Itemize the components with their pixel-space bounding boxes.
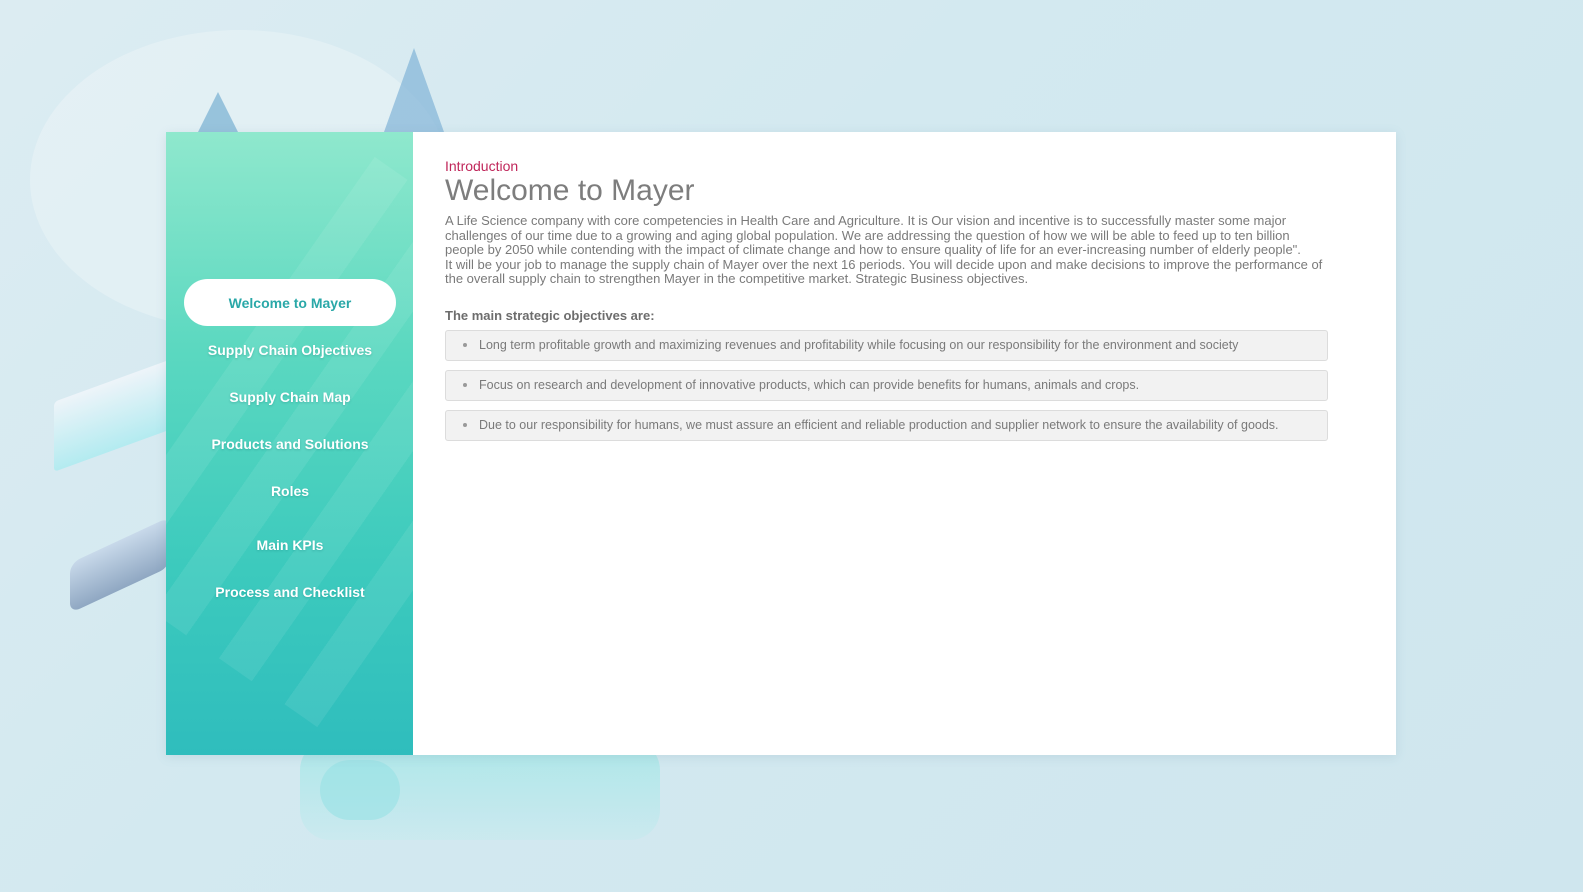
sidebar-item-main-kpis[interactable]: Main KPIs	[184, 521, 396, 568]
intro-paragraph-2: It will be your job to manage the supply…	[445, 256, 1323, 286]
sidebar-item-products-and-solutions[interactable]: Products and Solutions	[184, 420, 396, 467]
bullet-icon	[463, 383, 467, 387]
sidebar-item-welcome-to-mayer[interactable]: Welcome to Mayer	[184, 279, 396, 326]
truck-platform-shape	[54, 358, 174, 472]
objective-item: Long term profitable growth and maximizi…	[445, 329, 1328, 361]
intro-paragraph-1: A Life Science company with core compete…	[445, 213, 1301, 257]
sidebar-item-roles[interactable]: Roles	[184, 467, 396, 514]
bullet-icon	[463, 423, 467, 427]
section-label: Introduction	[445, 158, 519, 174]
content-area: Introduction Welcome to Mayer A Life Sci…	[413, 132, 1396, 755]
sidebar-nav: Welcome to Mayer Supply Chain Objectives…	[184, 279, 396, 615]
objective-text: Due to our responsibility for humans, we…	[479, 418, 1279, 432]
objectives-heading: The main strategic objectives are:	[445, 307, 655, 323]
objective-item: Due to our responsibility for humans, we…	[445, 409, 1328, 441]
sidebar-item-supply-chain-map[interactable]: Supply Chain Map	[184, 373, 396, 420]
sidebar: Welcome to Mayer Supply Chain Objectives…	[166, 132, 413, 755]
train-shape	[70, 516, 170, 614]
bullet-icon	[463, 343, 467, 347]
main-panel: Welcome to Mayer Supply Chain Objectives…	[166, 132, 1396, 755]
airplane-tail-shape	[196, 92, 240, 136]
page-title: Welcome to Mayer	[445, 174, 695, 207]
airplane-tail-shape	[384, 48, 444, 132]
sidebar-item-process-and-checklist[interactable]: Process and Checklist	[184, 568, 396, 615]
intro-text: A Life Science company with core compete…	[445, 213, 1328, 287]
puzzle-piece-shape	[320, 760, 400, 820]
objective-item: Focus on research and development of inn…	[445, 369, 1328, 401]
sidebar-item-supply-chain-objectives[interactable]: Supply Chain Objectives	[184, 326, 396, 373]
objective-text: Focus on research and development of inn…	[479, 378, 1140, 392]
objective-text: Long term profitable growth and maximizi…	[479, 338, 1239, 352]
content-inner: Introduction Welcome to Mayer A Life Sci…	[445, 158, 1328, 450]
